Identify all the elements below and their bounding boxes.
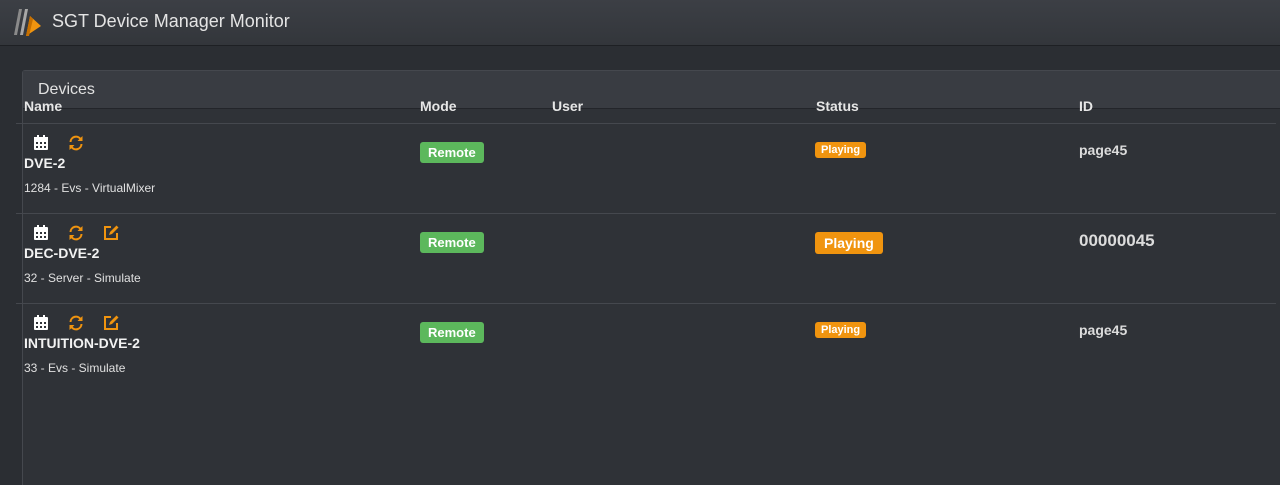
refresh-icon[interactable] — [67, 314, 85, 332]
column-header-mode[interactable]: Mode — [420, 98, 457, 114]
column-header-name[interactable]: Name — [24, 98, 62, 114]
calendar-icon[interactable] — [32, 314, 50, 332]
top-bar: SGT Device Manager Monitor — [0, 0, 1280, 46]
device-name: DVE-2 — [24, 155, 66, 171]
devices-table: Name Mode User Status ID DVE-2 1284 - Ev… — [16, 88, 1276, 394]
row-actions — [32, 134, 102, 152]
table-header: Name Mode User Status ID — [16, 88, 1276, 124]
mode-badge: Remote — [420, 142, 484, 163]
device-subtitle: 32 - Server - Simulate — [24, 271, 141, 285]
table-row: DVE-2 1284 - Evs - VirtualMixer Remote P… — [16, 124, 1276, 214]
row-actions — [32, 224, 137, 242]
column-header-status[interactable]: Status — [816, 98, 859, 114]
device-id: page45 — [1079, 322, 1128, 338]
status-badge: Playing — [815, 142, 867, 158]
device-name: DEC-DVE-2 — [24, 245, 100, 261]
table-row: DEC-DVE-2 32 - Server - Simulate Remote … — [16, 214, 1276, 304]
device-id: page45 — [1079, 142, 1128, 158]
refresh-icon[interactable] — [67, 224, 85, 242]
device-id: 00000045 — [1079, 231, 1155, 250]
mode-badge: Remote — [420, 232, 484, 253]
status-badge: Playing — [815, 232, 883, 254]
calendar-icon[interactable] — [32, 134, 50, 152]
mode-badge: Remote — [420, 322, 484, 343]
status-badge: Playing — [815, 322, 867, 338]
sgt-logo-icon — [14, 9, 41, 36]
edit-icon[interactable] — [102, 314, 120, 332]
device-name: INTUITION-DVE-2 — [24, 335, 140, 351]
row-actions — [32, 314, 137, 332]
device-subtitle: 1284 - Evs - VirtualMixer — [24, 181, 156, 195]
column-header-id[interactable]: ID — [1079, 98, 1093, 114]
column-header-user[interactable]: User — [552, 98, 583, 114]
refresh-icon[interactable] — [67, 134, 85, 152]
calendar-icon[interactable] — [32, 224, 50, 242]
app-title: SGT Device Manager Monitor — [52, 11, 290, 31]
table-row: INTUITION-DVE-2 33 - Evs - Simulate Remo… — [16, 304, 1276, 394]
edit-icon[interactable] — [102, 224, 120, 242]
device-subtitle: 33 - Evs - Simulate — [24, 361, 126, 375]
